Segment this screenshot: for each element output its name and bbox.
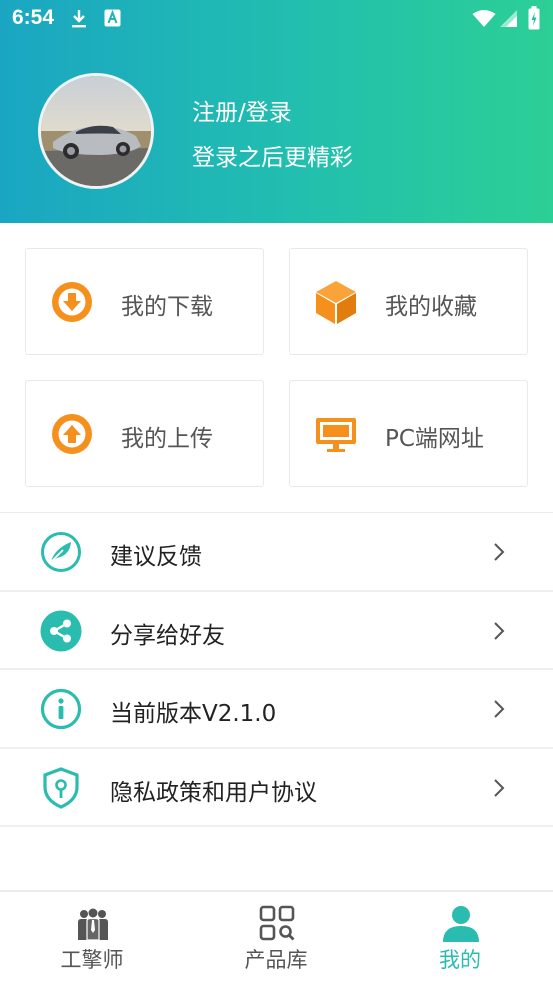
status-time: 6:54: [12, 6, 55, 29]
tab-mine[interactable]: 我的: [368, 892, 552, 984]
my-uploads-card[interactable]: 我的上传: [25, 380, 264, 487]
upload-circle-icon: [52, 414, 92, 454]
card-label: 我的上传: [121, 426, 213, 452]
people-icon: [78, 908, 108, 941]
font-a-icon: [104, 9, 121, 27]
share-icon: [40, 610, 82, 651]
list-item-label: 隐私政策和用户协议: [110, 779, 317, 806]
nav-label: 产品库: [244, 948, 308, 972]
profile-header: 6:54 注册/登录 登录之后更精彩: [0, 0, 553, 223]
list-item-feedback[interactable]: 建议反馈: [0, 513, 553, 592]
nav-label: 工擎师: [60, 948, 124, 972]
bottom-navigation: 工擎师 产品库 我的: [0, 890, 553, 984]
car-avatar: [41, 76, 151, 186]
my-favorites-card[interactable]: 我的收藏: [289, 248, 528, 355]
download-icon: [72, 10, 86, 28]
feather-icon: [41, 532, 81, 572]
my-downloads-card[interactable]: 我的下载: [25, 248, 264, 355]
list-item-label: 分享给好友: [110, 622, 225, 649]
card-label: 我的下载: [121, 294, 213, 320]
chevron-right-icon: [494, 543, 505, 561]
tab-products[interactable]: 产品库: [184, 892, 368, 984]
pc-website-card[interactable]: PC端网址: [289, 380, 528, 487]
wifi-icon: [472, 10, 496, 27]
list-item-version[interactable]: 当前版本V2.1.0: [0, 670, 553, 749]
list-item-privacy[interactable]: 隐私政策和用户协议: [0, 749, 553, 827]
monitor-icon: [316, 418, 356, 452]
login-register-link[interactable]: 注册/登录: [192, 93, 292, 127]
box-icon: [316, 281, 356, 324]
list-item-label: 建议反馈: [110, 544, 202, 570]
login-tagline: 登录之后更精彩: [192, 145, 353, 171]
person-icon: [443, 906, 479, 942]
info-icon: [40, 688, 82, 730]
chevron-right-icon: [494, 700, 505, 718]
card-label: PC端网址: [385, 426, 484, 452]
battery-icon: [528, 6, 540, 30]
signal-icon: [500, 10, 517, 27]
nav-label: 我的: [439, 948, 481, 972]
list-item-label: 当前版本V2.1.0: [110, 701, 277, 727]
grid-search-icon: [259, 905, 295, 941]
chevron-right-icon: [494, 621, 505, 640]
download-circle-icon: [52, 282, 92, 322]
avatar[interactable]: [38, 73, 154, 189]
chevron-right-icon: [494, 778, 505, 797]
status-bar: 6:54: [0, 0, 553, 38]
list-item-share[interactable]: 分享给好友: [0, 592, 553, 670]
shield-lock-icon: [43, 766, 79, 809]
card-label: 我的收藏: [385, 294, 477, 320]
tab-engineers[interactable]: 工擎师: [0, 892, 184, 984]
settings-list: 建议反馈 分享给好友 当前版本V2.1.0 隐私政策和用户协议: [0, 512, 553, 827]
